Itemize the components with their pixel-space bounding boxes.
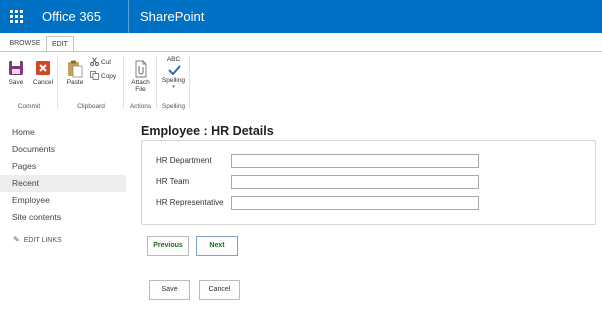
ribbon-paste-button[interactable]: Paste [62,58,88,92]
previous-button[interactable]: Previous [147,236,189,256]
cancel-label: Cancel [32,79,54,86]
ribbon-spelling-button[interactable]: ABC Spelling ▾ [160,56,187,90]
suite-divider [128,0,129,33]
attach-label-line1: Attach [131,79,150,86]
abc-text: ABC [166,56,181,63]
nav-item-documents[interactable]: Documents [0,141,126,158]
clipboard-group-label: Clipboard [77,103,105,110]
hr-representative-label: HR Representative [156,198,224,207]
group-separator [189,55,190,109]
suite-bar: Office 365 SharePoint [0,0,602,33]
copy-label: Copy [101,73,117,80]
quick-launch-nav: Home Documents Pages Recent Employee Sit… [0,124,126,226]
nav-item-site-contents[interactable]: Site contents [0,209,126,226]
save-button[interactable]: Save [149,280,190,300]
hr-team-input[interactable] [231,175,479,189]
commit-group-label: Commit [17,103,41,110]
ribbon-attach-file-button[interactable]: Attach File [127,58,154,93]
attach-file-icon [133,60,149,78]
nav-item-home[interactable]: Home [0,124,126,141]
cancel-icon [35,60,51,76]
save-label: Save [8,79,24,86]
page-title: Employee : HR Details [141,124,274,138]
ribbon-group-commit: Save Cancel Commit [0,52,58,112]
edit-links-button[interactable]: ✎ EDIT LINKS [13,235,62,246]
next-button[interactable]: Next [196,236,238,256]
hr-representative-input[interactable] [231,196,479,210]
spelling-icon: ABC [160,56,187,75]
paste-label: Paste [66,79,84,86]
ribbon-tabs: BROWSE EDIT [0,36,602,52]
nav-item-pages[interactable]: Pages [0,158,126,175]
ribbon-save-button[interactable]: Save [3,58,29,92]
edit-links-label: EDIT LINKS [23,237,62,244]
ribbon: Save Cancel Commit Paste Cut Copy Clipbo… [0,52,602,112]
hr-department-input[interactable] [231,154,479,168]
copy-icon [90,70,99,80]
spelling-label: Spelling [161,77,186,84]
attach-label-line2: File [135,86,146,93]
cut-label: Cut [101,59,112,66]
ribbon-cut-button[interactable]: Cut [90,57,111,69]
tab-browse[interactable]: BROWSE [6,36,44,52]
spelling-group-label: Spelling [161,103,186,110]
ribbon-group-clipboard: Paste Cut Copy Clipboard [58,52,124,112]
ribbon-group-actions: Attach File Actions [124,52,157,112]
form-panel: HR Department HR Team HR Representative [141,140,596,225]
save-icon [8,60,24,76]
attach-file-label: Attach File [127,79,154,93]
app-launcher-button[interactable] [0,0,33,33]
nav-item-recent[interactable]: Recent [0,175,126,192]
paste-icon [67,60,83,78]
ribbon-group-spelling: ABC Spelling ▾ Spelling [157,52,190,112]
ribbon-copy-button[interactable]: Copy [90,70,117,83]
tab-edit[interactable]: EDIT [46,36,74,52]
pencil-icon: ✎ [13,235,20,244]
office-365-brand[interactable]: Office 365 [42,0,101,33]
cut-icon [90,57,99,66]
nav-item-employee[interactable]: Employee [0,192,126,209]
waffle-icon [10,10,23,23]
hr-team-label: HR Team [156,177,190,186]
hr-department-label: HR Department [156,156,212,165]
sharepoint-link[interactable]: SharePoint [140,0,204,33]
actions-group-label: Actions [129,103,152,110]
dropdown-arrow-icon: ▾ [172,84,175,90]
ribbon-cancel-button[interactable]: Cancel [30,58,56,92]
cancel-button[interactable]: Cancel [199,280,240,300]
